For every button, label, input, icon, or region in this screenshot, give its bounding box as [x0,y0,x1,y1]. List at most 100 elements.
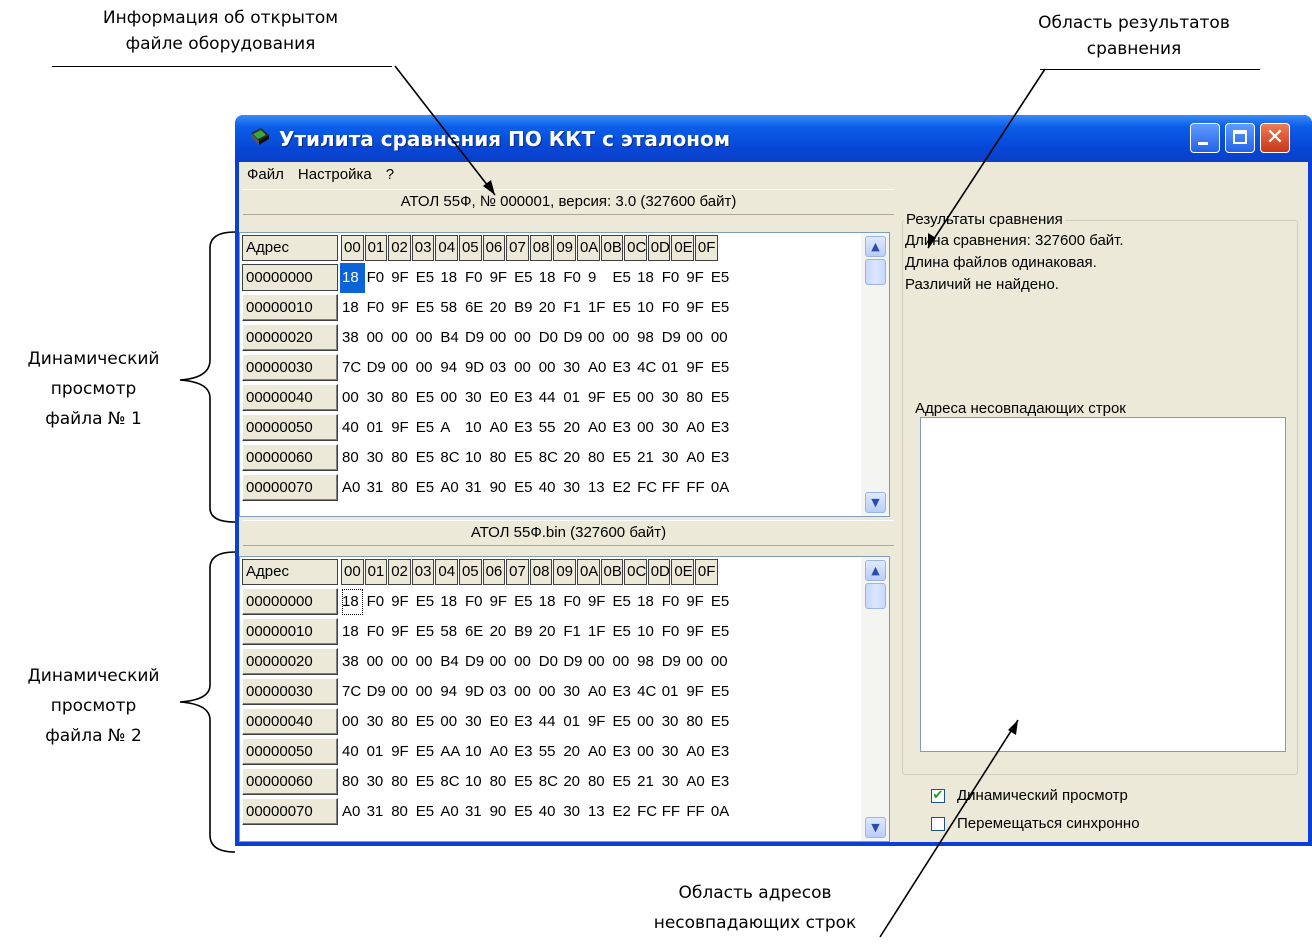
byte-cell[interactable]: F0 [463,587,488,617]
byte-cell[interactable]: 10 [463,737,488,767]
byte-column-header[interactable]: 00 [341,559,364,585]
byte-cell[interactable]: A0 [586,353,611,383]
chevron-up-icon[interactable]: ▲ [865,560,886,581]
byte-cell[interactable]: 38 [340,647,365,677]
byte-cell[interactable]: 80 [389,383,414,413]
chevron-down-icon[interactable]: ▼ [865,817,886,838]
byte-cell[interactable]: 44 [537,383,562,413]
byte-cell[interactable]: F0 [660,587,685,617]
byte-cell[interactable]: E0 [488,707,513,737]
byte-cell[interactable]: 01 [365,737,390,767]
close-button[interactable]: ✕ [1260,123,1290,153]
hex-row[interactable]: 00000030 7C D9 00 00 94 9D 03 00 00 30 A0 E3 4C 01 9F E5 [240,677,734,707]
byte-cell[interactable]: E5 [709,263,734,293]
byte-cell[interactable]: F0 [463,263,488,293]
byte-cell[interactable]: 9F [684,263,709,293]
byte-cell[interactable]: F0 [660,263,685,293]
byte-cell[interactable]: E5 [414,383,439,413]
byte-cell[interactable]: E5 [611,767,636,797]
hex-row[interactable]: 00000070 A0 31 80 E5 A0 31 90 E5 40 30 13 E2 FC FF FF 0A [240,797,734,827]
byte-cell[interactable]: E5 [611,587,636,617]
byte-cell[interactable]: E5 [611,443,636,473]
byte-cell[interactable]: 00 [537,353,562,383]
byte-cell[interactable]: 20 [537,293,562,323]
byte-cell[interactable]: FF [684,473,709,503]
byte-cell[interactable]: 4C [635,353,660,383]
byte-cell[interactable]: 30 [561,797,586,827]
byte-cell[interactable]: 18 [438,263,463,293]
title-bar[interactable]: Утилита сравнения ПО ККТ с эталоном ✕ [235,115,1312,162]
byte-cell[interactable]: E3 [611,353,636,383]
byte-cell[interactable]: 21 [635,767,660,797]
byte-column-header[interactable]: 01 [364,559,388,585]
byte-cell[interactable]: 90 [488,797,513,827]
row-address[interactable]: 00000040 [242,708,338,735]
hex-row[interactable]: 00000040 00 30 80 E5 00 30 E0 E3 44 01 9F E5 00 30 80 E5 [240,707,734,737]
byte-cell[interactable]: 1F [586,293,611,323]
byte-cell[interactable]: E3 [709,767,734,797]
byte-cell[interactable]: E5 [709,293,734,323]
byte-cell[interactable]: 9F [389,293,414,323]
byte-cell[interactable]: 80 [684,707,709,737]
byte-column-header[interactable]: 0D [647,235,671,261]
byte-cell[interactable]: 31 [463,473,488,503]
byte-cell[interactable]: 30 [365,383,390,413]
byte-cell[interactable]: 9F [586,587,611,617]
byte-cell[interactable]: D9 [463,323,488,353]
byte-cell[interactable]: 80 [340,443,365,473]
byte-cell[interactable]: 00 [537,677,562,707]
byte-cell[interactable]: E5 [611,383,636,413]
byte-cell[interactable]: E5 [414,737,439,767]
byte-cell[interactable]: 94 [438,353,463,383]
byte-cell[interactable]: 30 [660,707,685,737]
byte-cell[interactable]: 00 [340,383,365,413]
byte-column-header[interactable]: 0F [694,559,718,585]
byte-cell[interactable]: 20 [488,617,513,647]
byte-cell[interactable]: E5 [414,413,439,443]
byte-cell[interactable]: 40 [537,473,562,503]
byte-cell[interactable]: E3 [611,677,636,707]
byte-column-header[interactable]: 09 [553,559,576,585]
byte-column-header[interactable]: 06 [482,559,506,585]
byte-cell[interactable]: 9F [488,587,513,617]
byte-column-header[interactable]: 04 [435,559,458,585]
hex-row[interactable]: 00000060 80 30 80 E5 8C 10 80 E5 8C 20 80 E5 21 30 A0 E3 [240,767,734,797]
hex-row[interactable]: 00000030 7C D9 00 00 94 9D 03 00 00 30 A0 E3 4C 01 9F E5 [240,353,734,383]
byte-cell[interactable]: D9 [561,323,586,353]
byte-cell[interactable]: A0 [438,797,463,827]
byte-cell[interactable]: E5 [414,797,439,827]
byte-cell[interactable]: 00 [389,647,414,677]
byte-cell[interactable]: A0 [488,413,513,443]
byte-column-header[interactable]: 0C [624,559,647,585]
address-column-header[interactable]: Адрес [242,559,338,585]
byte-cell[interactable]: 00 [414,647,439,677]
byte-cell[interactable]: E2 [611,797,636,827]
byte-cell[interactable]: A0 [340,473,365,503]
byte-cell[interactable]: 10 [463,443,488,473]
byte-cell[interactable]: 7C [340,677,365,707]
dynamic-view-checkbox[interactable]: ✔ [931,789,945,803]
byte-cell[interactable]: 8C [537,443,562,473]
byte-cell[interactable]: 30 [660,443,685,473]
byte-cell[interactable]: 20 [488,293,513,323]
byte-cell[interactable]: AA [438,737,463,767]
byte-cell[interactable]: E5 [414,443,439,473]
byte-cell[interactable]: 9F [389,737,414,767]
row-address[interactable]: 00000030 [242,678,338,705]
row-address[interactable]: 00000070 [242,798,338,825]
byte-cell[interactable]: E5 [709,383,734,413]
byte-cell[interactable]: A0 [340,797,365,827]
byte-cell[interactable]: 00 [611,647,636,677]
byte-cell[interactable]: 20 [561,443,586,473]
byte-column-header[interactable]: 06 [482,235,506,261]
byte-cell[interactable]: 80 [488,767,513,797]
byte-cell[interactable]: A0 [684,413,709,443]
byte-cell[interactable]: 18 [438,587,463,617]
byte-cell[interactable]: 9F [389,413,414,443]
hex-row[interactable]: 00000020 38 00 00 00 B4 D9 00 00 D0 D9 00 00 98 D9 00 00 [240,647,734,677]
byte-cell[interactable]: A0 [488,737,513,767]
byte-cell[interactable]: 58 [438,617,463,647]
byte-cell[interactable]: E5 [414,587,439,617]
byte-cell[interactable]: 80 [586,767,611,797]
byte-cell[interactable]: D0 [537,323,562,353]
